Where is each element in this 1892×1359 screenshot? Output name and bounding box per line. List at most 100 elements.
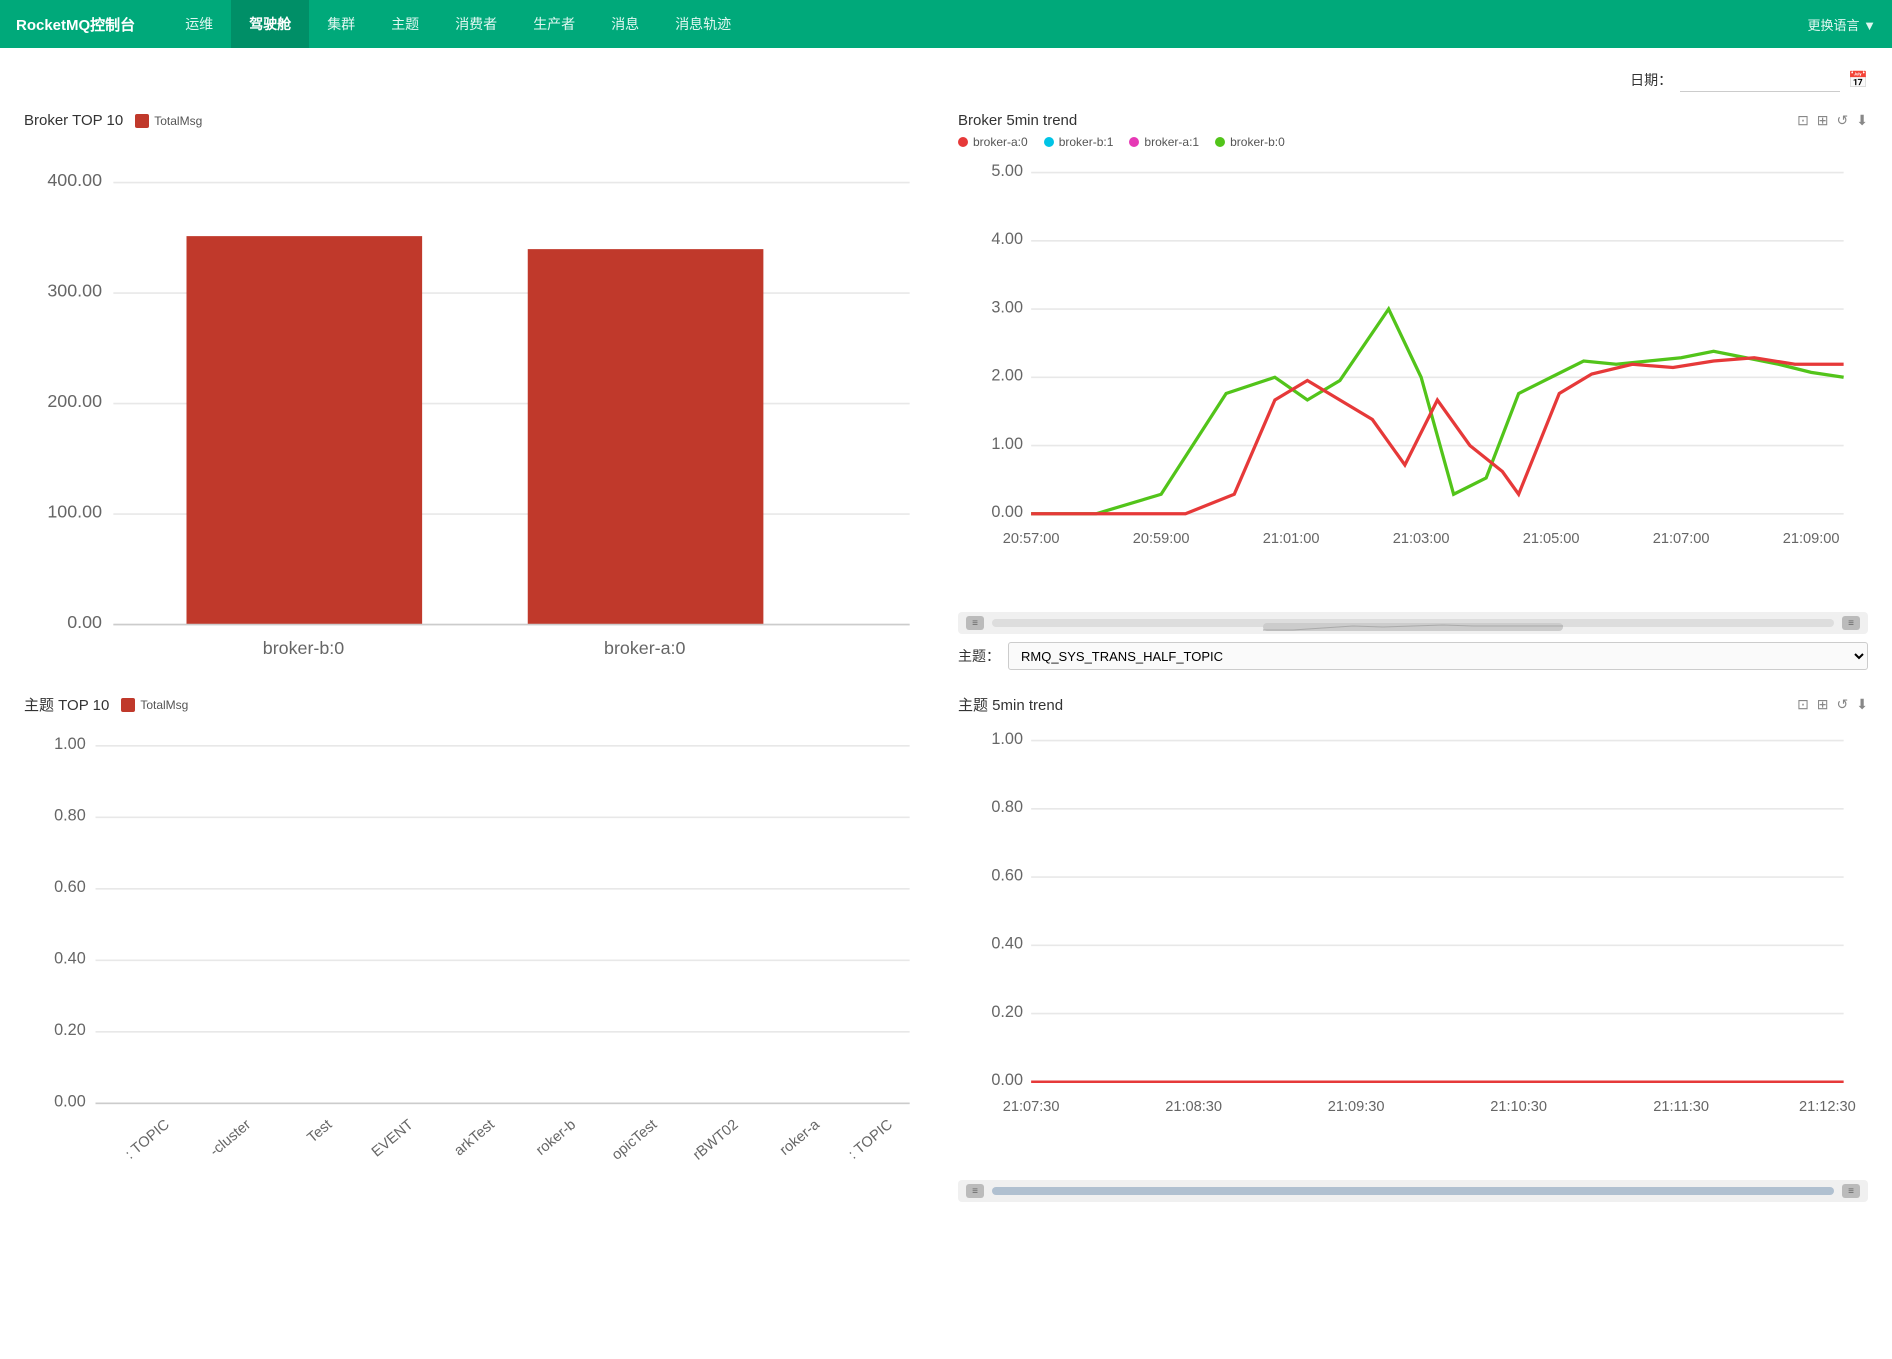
topic-tool-download[interactable]: ⬇ [1856,696,1868,713]
svg-text:0.20: 0.20 [54,1021,86,1039]
slider-track [992,619,1834,627]
svg-text:: TOPIC: : TOPIC [846,1117,896,1163]
svg-text:broker-b:0: broker-b:0 [263,638,344,657]
nav-xiaoxiguiji[interactable]: 消息轨迹 [657,0,749,48]
svg-text:1.00: 1.00 [991,435,1023,453]
calendar-icon[interactable]: 📅 [1848,70,1868,90]
svg-text:-cluster: -cluster [207,1117,254,1160]
svg-text:0.00: 0.00 [54,1093,86,1111]
svg-text:100.00: 100.00 [47,501,102,521]
svg-text:0.00: 0.00 [991,1071,1023,1089]
topic-slider-right[interactable]: ≡ [1842,1184,1860,1198]
svg-text:21:11:30: 21:11:30 [1653,1099,1709,1115]
svg-text:4.00: 4.00 [991,230,1023,248]
svg-text:400.00: 400.00 [47,170,102,190]
legend-dot-b1 [1044,137,1054,147]
nav-xiaoxi[interactable]: 消息 [593,0,657,48]
svg-text:1.00: 1.00 [991,730,1023,748]
broker-5min-slider[interactable]: ≡ ≡ [958,612,1868,634]
date-row: 日期： 📅 [24,68,1868,92]
nav-zhuti[interactable]: 主题 [373,0,437,48]
tool-expand[interactable]: ⊡ [1797,112,1809,129]
svg-text:3.00: 3.00 [991,298,1023,316]
date-label: 日期： [1630,70,1672,90]
slider-left-handle[interactable]: ≡ [966,616,984,630]
broker-top10-svg: 400.00 300.00 200.00 100.00 0.00 [24,137,934,657]
topic-top10-svg: 1.00 0.80 0.60 0.40 0.20 0.00 [24,723,934,1292]
broker-top10-title: Broker TOP 10 [24,112,123,129]
nav-xiaofeizhe[interactable]: 消费者 [437,0,515,48]
broker-5min-tools: ⊡ ⊞ ↺ ⬇ [1797,112,1868,129]
svg-text:21:03:00: 21:03:00 [1393,531,1450,547]
legend-broker-b1: broker-b:1 [1044,135,1114,149]
broker-5min-card: Broker 5min trend ⊡ ⊞ ↺ ⬇ broker-a:0 bro… [958,112,1868,670]
svg-text:1.00: 1.00 [54,735,86,753]
broker-5min-svg: 5.00 4.00 3.00 2.00 1.00 0.00 20:57:00 2… [958,153,1868,608]
svg-text:: TOPIC: : TOPIC [123,1117,173,1163]
broker-5min-title: Broker 5min trend [958,112,1077,129]
topic-slider-track [992,1187,1834,1195]
broker-5min-chart: 5.00 4.00 3.00 2.00 1.00 0.00 20:57:00 2… [958,153,1868,608]
svg-text:21:10:30: 21:10:30 [1490,1099,1547,1115]
svg-text:21:07:30: 21:07:30 [1003,1099,1060,1115]
svg-text:EVENT: EVENT [369,1117,417,1161]
svg-text:21:09:00: 21:09:00 [1783,531,1840,547]
bar-broker-b0 [187,236,423,624]
tool-fullscreen[interactable]: ⊞ [1817,112,1829,129]
svg-text:300.00: 300.00 [47,280,102,300]
legend-dot-a0 [958,137,968,147]
topic-5min-card: 主题 5min trend ⊡ ⊞ ↺ ⬇ 1.00 0.80 0.60 0.4… [958,694,1868,1292]
main-content: 日期： 📅 Broker TOP 10 TotalMsg 400.00 300.… [0,48,1892,1312]
topic-5min-chart: 1.00 0.80 0.60 0.40 0.20 0.00 [958,721,1868,1176]
topic-tool-expand[interactable]: ⊡ [1797,696,1809,713]
topic-top10-header: 主题 TOP 10 TotalMsg [24,694,934,715]
broker-top10-header: Broker TOP 10 TotalMsg [24,112,934,129]
svg-text:opicTest: opicTest [609,1117,660,1164]
topic-row: 主题： RMQ_SYS_TRANS_HALF_TOPIC [958,642,1868,670]
topic-top10-chart: 1.00 0.80 0.60 0.40 0.20 0.00 [24,723,934,1292]
svg-text:0.60: 0.60 [54,878,86,896]
broker-top10-legend-label: TotalMsg [154,114,202,128]
legend-dot-a1 [1129,137,1139,147]
topic-5min-slider[interactable]: ≡ ≡ [958,1180,1868,1202]
legend-label-b0: broker-b:0 [1230,135,1285,149]
svg-text:roker-a: roker-a [777,1116,823,1159]
topic-slider-left[interactable]: ≡ [966,1184,984,1198]
svg-text:arkTest: arkTest [451,1117,497,1160]
topic-tool-fullscreen[interactable]: ⊞ [1817,696,1829,713]
topic-top10-legend: TotalMsg [121,698,188,712]
svg-text:0.80: 0.80 [991,798,1023,816]
slider-right-handle[interactable]: ≡ [1842,616,1860,630]
language-button[interactable]: 更换语言 ▼ [1808,15,1876,34]
nav-yunwei[interactable]: 运维 [167,0,231,48]
tool-refresh[interactable]: ↺ [1837,112,1849,129]
legend-label-a1: broker-a:1 [1144,135,1199,149]
legend-broker-a1: broker-a:1 [1129,135,1199,149]
svg-text:0.40: 0.40 [991,935,1023,953]
topic-tool-refresh[interactable]: ↺ [1837,696,1849,713]
date-input[interactable] [1680,68,1840,92]
broker-top10-legend: TotalMsg [135,114,202,128]
bar-broker-a0 [528,249,764,624]
topic-top10-legend-label: TotalMsg [140,698,188,712]
tool-download[interactable]: ⬇ [1856,112,1868,129]
svg-text:21:08:30: 21:08:30 [1165,1099,1222,1115]
nav-jiqun[interactable]: 集群 [309,0,373,48]
broker-top10-legend-dot [135,114,149,128]
svg-text:0.80: 0.80 [54,807,86,825]
line-broker-b0 [1031,309,1844,514]
svg-text:21:12:30: 21:12:30 [1799,1099,1856,1115]
topic-5min-svg: 1.00 0.80 0.60 0.40 0.20 0.00 [958,721,1868,1176]
svg-text:21:05:00: 21:05:00 [1523,531,1580,547]
charts-grid: Broker TOP 10 TotalMsg 400.00 300.00 200… [24,112,1868,1292]
topic-select[interactable]: RMQ_SYS_TRANS_HALF_TOPIC [1008,642,1868,670]
nav-jiashicang[interactable]: 驾驶舱 [231,0,309,48]
svg-text:rBWT02: rBWT02 [690,1117,741,1164]
svg-text:roker-b: roker-b [533,1117,579,1159]
topic-top10-title: 主题 TOP 10 [24,694,109,715]
svg-text:21:07:00: 21:07:00 [1653,531,1710,547]
svg-text:20:57:00: 20:57:00 [1003,531,1060,547]
svg-text:2.00: 2.00 [991,367,1023,385]
nav-shengchanezhe[interactable]: 生产者 [515,0,593,48]
broker-5min-legends: broker-a:0 broker-b:1 broker-a:1 broker-… [958,135,1868,149]
